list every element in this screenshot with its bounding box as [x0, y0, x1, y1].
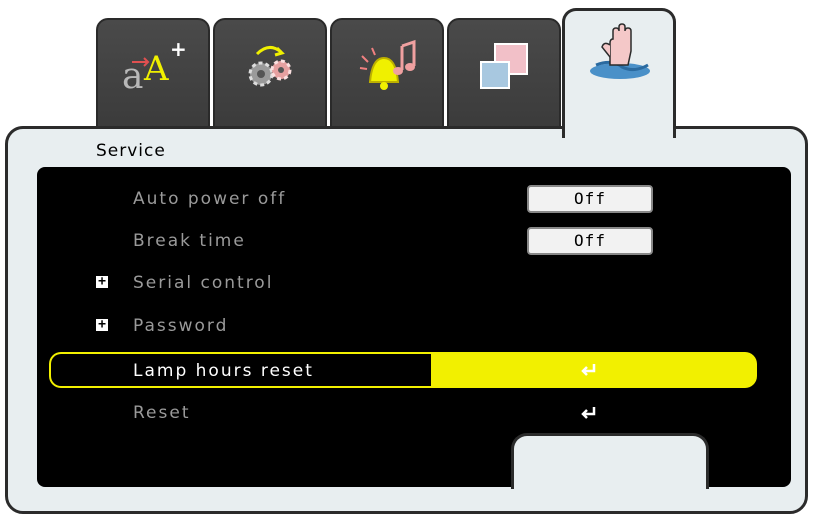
menu-item-label: Serial control [133, 273, 274, 293]
menu-item-reset[interactable]: Reset [37, 395, 791, 431]
break-time-value[interactable]: Off [527, 227, 653, 255]
selected-item-action-area[interactable] [431, 352, 757, 388]
panel-title: Service [96, 141, 166, 161]
tab-font[interactable]: a A + [96, 18, 210, 138]
menu-item-label: Break time [133, 231, 246, 251]
font-size-icon: a A + [122, 37, 187, 96]
enter-icon[interactable] [581, 406, 597, 420]
tab-service[interactable] [562, 8, 676, 138]
service-hand-icon [590, 23, 650, 79]
gears-icon [248, 46, 292, 87]
panel-notch [511, 433, 709, 489]
windows-icon [480, 43, 528, 89]
menu-item-label: Password [133, 316, 229, 336]
menu-item-label: Reset [133, 403, 191, 423]
service-panel: Service Auto power off Off Break time Of… [5, 126, 808, 514]
selected-item-label-area: Lamp hours reset [49, 352, 431, 388]
expand-icon[interactable]: + [96, 275, 108, 288]
menu-item-label: Auto power off [133, 189, 287, 209]
tab-notifications[interactable] [330, 18, 444, 138]
enter-icon [581, 364, 596, 376]
svg-text:+: + [170, 37, 187, 61]
menu-item-lamp-hours-reset[interactable]: Lamp hours reset [49, 352, 757, 388]
menu-item-serial-control[interactable]: + Serial control [37, 265, 791, 301]
bell-music-icon [359, 39, 416, 90]
menu-item-break-time[interactable]: Break time Off [37, 223, 791, 259]
auto-power-off-value[interactable]: Off [527, 185, 653, 213]
menu-item-label: Lamp hours reset [133, 361, 314, 381]
expand-icon[interactable]: + [96, 318, 108, 331]
tab-settings[interactable] [213, 18, 327, 138]
menu-list: Auto power off Off Break time Off + Seri… [37, 167, 791, 489]
svg-text:A: A [143, 49, 169, 89]
menu-item-auto-power-off[interactable]: Auto power off Off [37, 181, 791, 217]
menu-item-password[interactable]: + Password [37, 308, 791, 344]
tab-display[interactable] [447, 18, 561, 138]
